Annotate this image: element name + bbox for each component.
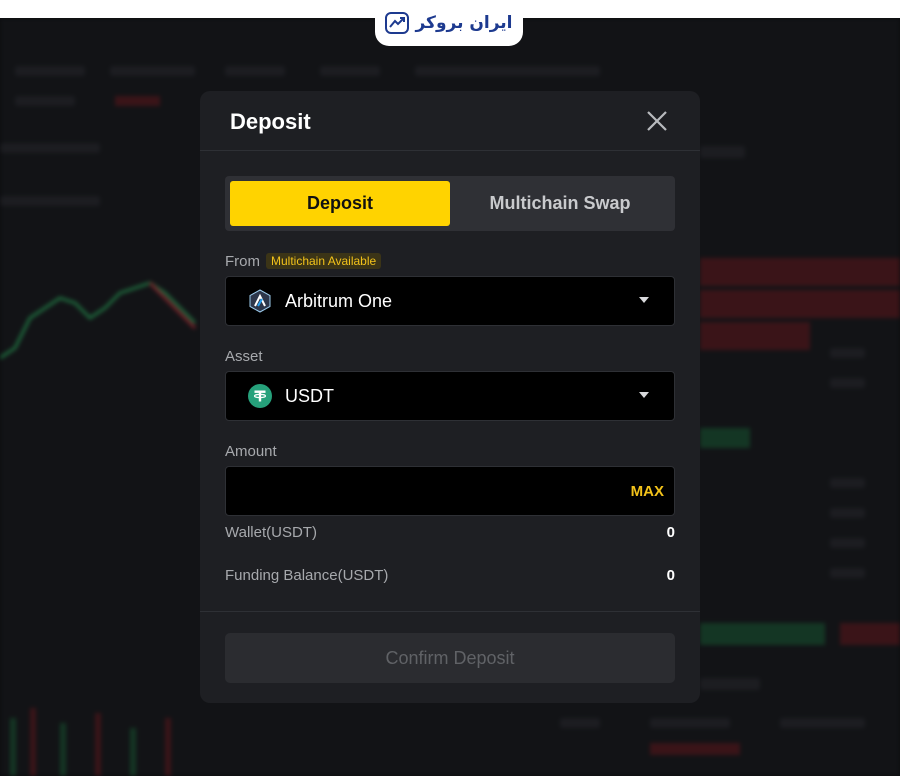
- logo: ایران بروکر: [375, 0, 523, 46]
- logo-text: ایران بروکر: [415, 13, 513, 33]
- deposit-modal: Deposit Deposit Multichain Swap From Mult…: [200, 91, 700, 703]
- close-icon[interactable]: [644, 108, 670, 134]
- deposit-tabs: Deposit Multichain Swap: [225, 176, 675, 231]
- chart-trend-icon: [385, 12, 410, 34]
- chevron-down-icon: [639, 297, 649, 303]
- tab-multichain-swap[interactable]: Multichain Swap: [450, 181, 670, 226]
- modal-title: Deposit: [230, 109, 311, 134]
- funding-balance-label: Funding Balance(USDT): [225, 567, 389, 584]
- network-value: Arbitrum One: [285, 290, 393, 311]
- chevron-down-icon: [639, 392, 649, 398]
- modal-header: Deposit: [200, 91, 700, 151]
- asset-label: Asset: [225, 348, 263, 365]
- tether-icon: [248, 384, 272, 408]
- from-label-row: From Multichain Available: [225, 253, 382, 270]
- network-select[interactable]: Arbitrum One: [225, 276, 675, 326]
- amount-field: MAX: [225, 466, 675, 516]
- tab-deposit[interactable]: Deposit: [230, 181, 450, 226]
- from-label: From: [225, 253, 260, 270]
- footer-divider: [200, 611, 700, 612]
- amount-input[interactable]: [240, 477, 620, 507]
- asset-value: USDT: [285, 385, 334, 406]
- wallet-label: Wallet(USDT): [225, 524, 317, 541]
- confirm-deposit-button[interactable]: Confirm Deposit: [225, 633, 675, 683]
- max-button[interactable]: MAX: [631, 483, 664, 500]
- amount-label: Amount: [225, 443, 277, 460]
- arbitrum-icon: [248, 289, 272, 313]
- wallet-value: 0: [666, 524, 675, 541]
- asset-select[interactable]: USDT: [225, 371, 675, 421]
- multichain-badge: Multichain Available: [266, 253, 382, 269]
- funding-balance-value: 0: [666, 567, 675, 584]
